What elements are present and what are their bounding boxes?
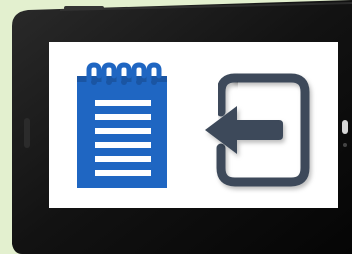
- right-button: [342, 120, 348, 134]
- left-button: [24, 118, 30, 148]
- right-sensor: [343, 143, 347, 147]
- camera-slot: [64, 6, 104, 10]
- notepad-icon: [77, 62, 167, 188]
- tablet-screen: [49, 42, 338, 208]
- sign-in-arrow-icon: [205, 73, 310, 187]
- door-frame-top: [216, 73, 240, 117]
- scene: [0, 0, 352, 254]
